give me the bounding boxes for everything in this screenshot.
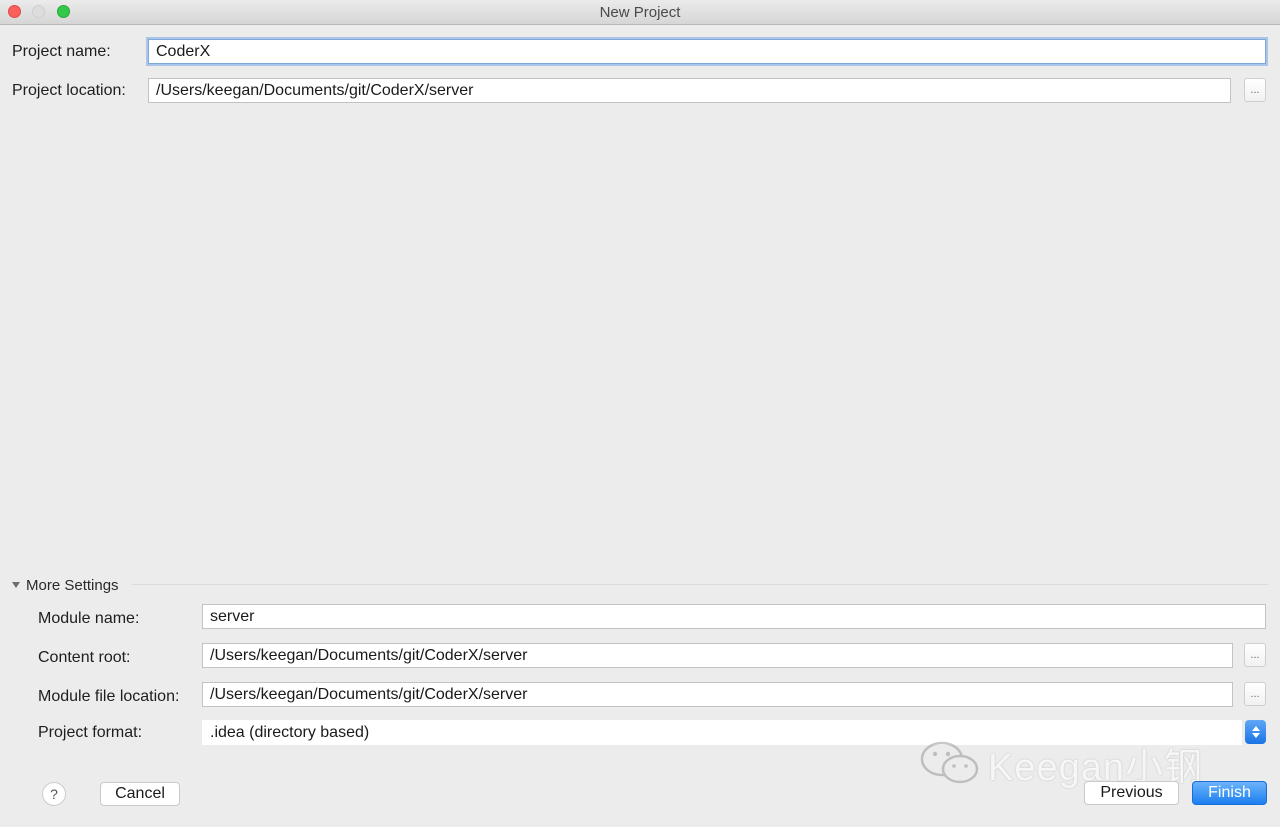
module-name-input[interactable]: server <box>202 604 1266 629</box>
project-format-label: Project format: <box>38 724 143 741</box>
cancel-button[interactable]: Cancel <box>100 782 180 806</box>
content-root-input[interactable]: /Users/keegan/Documents/git/CoderX/serve… <box>202 643 1233 668</box>
title-bar: New Project <box>0 0 1280 25</box>
finish-button[interactable]: Finish <box>1192 781 1267 805</box>
help-button[interactable]: ? <box>42 782 66 806</box>
chevron-up-icon <box>1251 726 1260 731</box>
module-file-location-input[interactable]: /Users/keegan/Documents/git/CoderX/serve… <box>202 682 1233 707</box>
module-name-label: Module name: <box>38 610 140 627</box>
module-file-location-browse-button[interactable]: ... <box>1244 682 1266 706</box>
window-title: New Project <box>599 4 681 21</box>
disclosure-triangle-icon <box>12 582 20 588</box>
project-format-dropdown-button[interactable] <box>1245 720 1266 744</box>
project-location-browse-button[interactable]: ... <box>1244 78 1266 102</box>
project-location-input[interactable]: /Users/keegan/Documents/git/CoderX/serve… <box>148 78 1231 103</box>
more-settings-toggle[interactable]: More Settings <box>12 576 119 594</box>
previous-button[interactable]: Previous <box>1084 781 1179 805</box>
wechat-logo-icon <box>920 741 979 784</box>
module-file-location-label: Module file location: <box>38 688 180 705</box>
more-settings-label: More Settings <box>26 576 119 594</box>
content-root-label: Content root: <box>38 649 131 666</box>
content-root-browse-button[interactable]: ... <box>1244 643 1266 667</box>
project-location-label: Project location: <box>12 82 126 99</box>
chevron-down-icon <box>1251 733 1260 738</box>
project-name-label: Project name: <box>12 43 111 60</box>
project-name-input[interactable]: CoderX <box>148 39 1266 64</box>
section-divider <box>132 584 1268 585</box>
